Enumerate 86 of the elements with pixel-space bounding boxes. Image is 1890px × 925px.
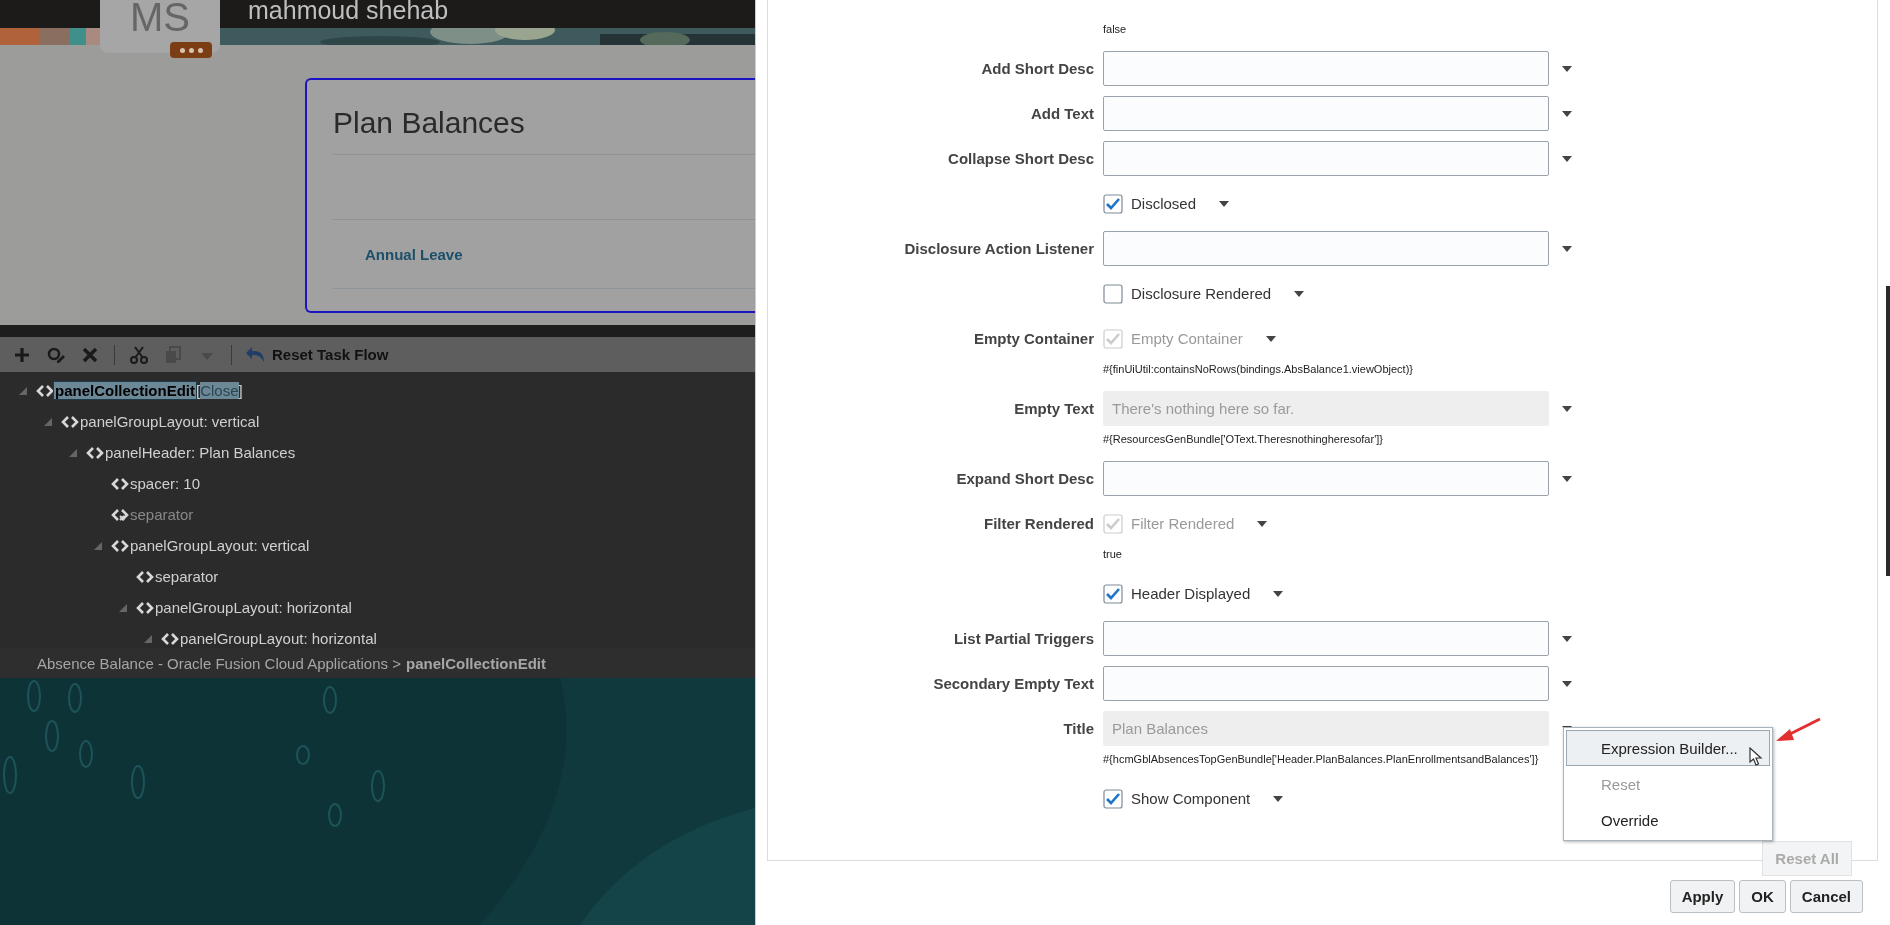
menu-item[interactable]: Override xyxy=(1564,802,1772,838)
checkbox-label: Show Component xyxy=(1131,790,1251,807)
checkbox-label: Empty Container xyxy=(1131,330,1243,347)
caret-icon[interactable] xyxy=(1264,334,1277,343)
input-field[interactable] xyxy=(1103,96,1549,131)
field-label: Secondary Empty Text xyxy=(933,675,1094,692)
breadcrumb-path[interactable]: Absence Balance - Oracle Fusion Cloud Applications > xyxy=(37,654,401,672)
input-field[interactable] xyxy=(1103,461,1549,496)
caret-icon[interactable] xyxy=(1561,64,1573,73)
component-icon xyxy=(61,415,79,428)
component-icon xyxy=(161,632,179,645)
menu-item[interactable]: Expression Builder... xyxy=(1566,730,1770,766)
expanded-triangle-icon[interactable] xyxy=(93,540,103,551)
bracket: ] xyxy=(238,382,243,399)
caret-icon[interactable] xyxy=(1256,519,1269,528)
expanded-triangle-icon[interactable] xyxy=(18,385,28,396)
expanded-triangle-icon[interactable] xyxy=(43,416,53,427)
field-label: Add Text xyxy=(1030,105,1094,122)
tree-item[interactable]: panelGroupLayout: vertical xyxy=(129,537,311,554)
caret-icon[interactable] xyxy=(1561,404,1573,413)
expanded-triangle-icon[interactable] xyxy=(143,633,153,644)
undo-icon xyxy=(246,345,266,364)
field-label: Collapse Short Desc xyxy=(948,150,1094,167)
field-label: Empty Text xyxy=(1014,400,1094,417)
checkbox[interactable] xyxy=(1103,283,1123,304)
expression-text: #{hcmGblAbsencesTopGenBundle['Header.PlanBalances.PlanEnrollmentsandBalances']} xyxy=(1103,753,1539,765)
checkbox[interactable] xyxy=(1103,583,1123,604)
input-field[interactable] xyxy=(1103,141,1549,176)
field-label: Disclosure Action Listener xyxy=(904,240,1094,257)
tree-item[interactable]: panelGroupLayout: horizontal xyxy=(154,599,353,616)
bracket: [ xyxy=(196,382,201,399)
expression-text: #{finUiUtil:containsNoRows(bindings.AbsBalance1.viewObject)} xyxy=(1103,363,1413,375)
component-icon xyxy=(111,477,129,490)
caret-icon[interactable] xyxy=(1272,589,1285,598)
dialog-button[interactable]: Apply xyxy=(1669,880,1736,913)
breadcrumb-current: panelCollectionEdit xyxy=(405,654,546,672)
field-label: List Partial Triggers xyxy=(953,630,1094,647)
disabled-component-icon xyxy=(111,508,129,521)
component-icon xyxy=(111,539,129,552)
expanded-triangle-icon[interactable] xyxy=(68,447,78,458)
caret-icon[interactable] xyxy=(1561,679,1573,688)
field-label: Add Short Desc xyxy=(981,60,1094,77)
component-icon xyxy=(86,446,104,459)
scrollbar[interactable] xyxy=(1886,286,1890,576)
caret-icon[interactable] xyxy=(1561,244,1573,253)
field-label: Expand Short Desc xyxy=(956,470,1094,487)
expression-text: true xyxy=(1103,548,1122,560)
tree-item[interactable]: panelHeader: Plan Balances xyxy=(104,444,297,461)
checkbox-label: Header Displayed xyxy=(1131,585,1251,602)
component-icon xyxy=(136,570,154,583)
checkbox-label: Filter Rendered xyxy=(1131,515,1235,532)
checkbox-label: Disclosed xyxy=(1131,195,1197,212)
caret-icon[interactable] xyxy=(1561,474,1573,483)
input-field[interactable] xyxy=(1103,231,1549,266)
cursor-icon xyxy=(1749,747,1763,767)
component-icon xyxy=(136,601,154,614)
input-field[interactable] xyxy=(1103,621,1549,656)
caret-icon[interactable] xyxy=(1272,794,1285,803)
expression-text: false xyxy=(1103,23,1127,35)
checkbox-label: Disclosure Rendered xyxy=(1131,285,1272,302)
caret-icon[interactable] xyxy=(1561,634,1573,643)
more-button[interactable] xyxy=(170,42,212,58)
component-icon xyxy=(36,384,54,397)
tree-item[interactable]: panelCollectionEdit xyxy=(54,382,196,399)
field-label: Title xyxy=(1063,720,1094,737)
checkbox[interactable] xyxy=(1103,788,1123,809)
field-label: Filter Rendered xyxy=(983,515,1094,532)
input-field[interactable] xyxy=(1103,51,1549,86)
user-name: mahmoud shehab xyxy=(248,0,449,26)
expanded-triangle-icon[interactable] xyxy=(118,602,128,613)
tree-item[interactable]: panelGroupLayout: horizontal xyxy=(179,630,378,647)
expression-text: #{ResourcesGenBundle['OText.Theresnothingheresofar']} xyxy=(1103,433,1383,445)
tree-item[interactable]: separator xyxy=(154,568,220,585)
tree-item[interactable]: spacer: 10 xyxy=(129,475,202,492)
field-label: Empty Container xyxy=(974,330,1094,347)
checkbox[interactable] xyxy=(1103,193,1123,214)
caret-icon[interactable] xyxy=(1561,154,1573,163)
caret-icon[interactable] xyxy=(1293,289,1306,298)
caret-icon[interactable] xyxy=(1218,199,1231,208)
input-field[interactable] xyxy=(1103,666,1549,701)
avatar-initials: MS xyxy=(130,0,190,41)
tree-item[interactable]: panelGroupLayout: vertical xyxy=(79,413,261,430)
caret-icon[interactable] xyxy=(1561,109,1573,118)
dialog-button[interactable]: OK xyxy=(1739,880,1786,913)
dialog-button[interactable]: Cancel xyxy=(1789,880,1863,913)
scissors-icon[interactable] xyxy=(129,344,149,365)
